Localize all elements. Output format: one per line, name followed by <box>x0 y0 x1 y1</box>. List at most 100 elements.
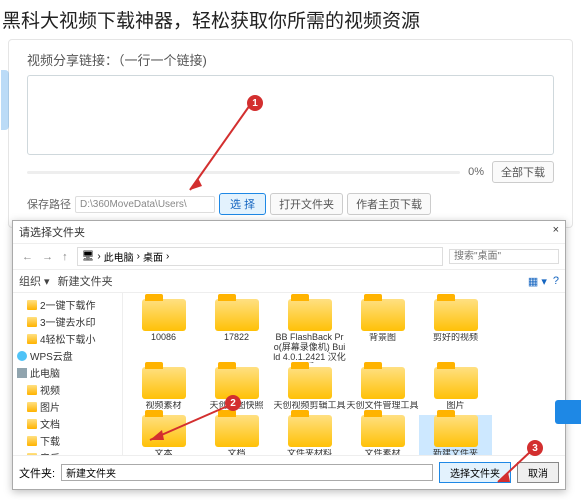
file-name: 10086 <box>127 333 200 343</box>
cloud-icon <box>17 351 27 361</box>
folder-icon <box>288 299 332 331</box>
tree-item-label: 2一键下载作 <box>40 297 96 312</box>
select-folder-button[interactable]: 选择文件夹 <box>439 462 511 483</box>
file-item[interactable]: 10086 <box>127 299 200 363</box>
tree-item[interactable]: 此电脑 <box>15 364 120 381</box>
filename-input[interactable] <box>61 464 433 481</box>
tree-item-label: 图片 <box>40 399 60 414</box>
annotation-badge-1: 1 <box>247 95 263 111</box>
close-icon[interactable]: × <box>553 224 559 240</box>
folder-icon <box>434 299 478 331</box>
file-item[interactable]: 图片 <box>419 367 492 411</box>
file-item[interactable]: 剪好的视频 <box>419 299 492 363</box>
file-item[interactable]: 视频素材 <box>127 367 200 411</box>
folder-icon <box>27 402 37 412</box>
file-item[interactable]: 新建文件夹 <box>419 415 492 455</box>
folder-icon <box>27 385 37 395</box>
tree-item-label: 文档 <box>40 416 60 431</box>
folder-icon <box>215 367 259 399</box>
file-item[interactable]: 17822 <box>200 299 273 363</box>
folder-icon <box>215 415 259 447</box>
file-item[interactable]: 文件素材 <box>346 415 419 455</box>
annotation-badge-2: 2 <box>225 395 241 411</box>
folder-icon <box>27 300 37 310</box>
file-name: 天创文件管理工具 <box>346 401 419 411</box>
file-item[interactable]: 文本 <box>127 415 200 455</box>
tree-item-label: 4轻松下载小 <box>40 331 96 346</box>
folder-icon <box>142 367 186 399</box>
folder-icon <box>288 415 332 447</box>
tree-item[interactable]: 文档 <box>15 415 120 432</box>
progress-bar <box>27 171 460 174</box>
file-item[interactable]: 文件夹材料 <box>273 415 346 455</box>
tree-item-label: 下载 <box>40 433 60 448</box>
folder-icon <box>27 419 37 429</box>
view-icon[interactable]: ▦ ▾ <box>528 275 547 288</box>
nav-arrows: ← → ↑ <box>19 251 71 263</box>
file-name: 视频素材 <box>127 401 200 411</box>
progress-row: 0% 全部下载 <box>9 155 572 189</box>
new-folder-button[interactable]: 新建文件夹 <box>58 273 113 289</box>
link-textarea[interactable] <box>27 75 554 155</box>
file-name: BB FlashBack Pro(屏幕录像机) Build 4.0.1.2421… <box>273 333 346 363</box>
folder-picker-dialog: 请选择文件夹 × ← → ↑ 🖥 › 此电脑 › 桌面 › 组织 ▾ 新建文件夹… <box>12 220 566 490</box>
progress-percent: 0% <box>468 166 484 178</box>
file-name: 剪好的视频 <box>419 333 492 343</box>
help-icon[interactable]: ? <box>553 275 559 288</box>
pc-icon: 🖥 <box>82 251 95 262</box>
tree-item[interactable]: 下载 <box>15 432 120 449</box>
annotation-badge-3: 3 <box>527 440 543 456</box>
open-folder-button[interactable]: 打开文件夹 <box>270 193 343 215</box>
folder-icon <box>142 299 186 331</box>
file-item[interactable]: 天创视频剪辑工具 <box>273 367 346 411</box>
author-download-button[interactable]: 作者主页下载 <box>347 193 431 215</box>
side-download-button[interactable] <box>555 400 581 424</box>
forward-icon[interactable]: → <box>39 251 56 263</box>
file-item[interactable]: 文档 <box>200 415 273 455</box>
tree-item[interactable]: 视频 <box>15 381 120 398</box>
folder-icon <box>361 299 405 331</box>
page-title: 黑科大视频下载神器，轻松获取你所需的视频资源 <box>0 0 581 39</box>
tree-item-label: 视频 <box>40 382 60 397</box>
folder-tree: 2一键下载作3一键去水印4轻松下载小WPS云盘此电脑视频图片文档下载音乐桌面本地… <box>13 293 123 455</box>
tree-item[interactable]: 3一键去水印 <box>15 313 120 330</box>
file-name: 图片 <box>419 401 492 411</box>
link-input-label: 视频分享链接：（一行一个链接) <box>9 40 572 75</box>
cancel-button[interactable]: 取消 <box>517 462 559 483</box>
file-item[interactable]: BB FlashBack Pro(屏幕录像机) Build 4.0.1.2421… <box>273 299 346 363</box>
search-input[interactable] <box>449 249 559 264</box>
tree-item[interactable]: WPS云盘 <box>15 347 120 364</box>
file-item[interactable]: 背景图 <box>346 299 419 363</box>
folder-icon <box>142 415 186 447</box>
pc-icon <box>17 368 27 378</box>
breadcrumb[interactable]: 🖥 › 此电脑 › 桌面 › <box>77 247 443 266</box>
folder-icon <box>434 367 478 399</box>
up-icon[interactable]: ↑ <box>59 251 71 263</box>
tree-item[interactable]: 4轻松下载小 <box>15 330 120 347</box>
side-tab-indicator <box>1 70 9 130</box>
tree-item[interactable]: 图片 <box>15 398 120 415</box>
select-path-button[interactable]: 选 择 <box>219 193 266 215</box>
save-path-row: 保存路径 选 择 打开文件夹 作者主页下载 <box>9 189 572 223</box>
save-path-label: 保存路径 <box>27 196 71 212</box>
folder-icon <box>288 367 332 399</box>
file-name: 天创视频剪辑工具 <box>273 401 346 411</box>
file-name: 背景图 <box>346 333 419 343</box>
tree-item[interactable]: 2一键下载作 <box>15 296 120 313</box>
folder-icon <box>215 299 259 331</box>
download-all-button[interactable]: 全部下载 <box>492 161 554 183</box>
organize-menu[interactable]: 组织 ▾ <box>19 273 50 289</box>
folder-icon <box>361 367 405 399</box>
file-grid: 1008617822BB FlashBack Pro(屏幕录像机) Build … <box>123 293 565 455</box>
back-icon[interactable]: ← <box>19 251 36 263</box>
save-path-input[interactable] <box>75 196 215 213</box>
tree-item-label: 此电脑 <box>30 365 60 380</box>
file-item[interactable]: 天创文件管理工具 <box>346 367 419 411</box>
filename-label: 文件夹: <box>19 465 55 481</box>
main-app-panel: 视频分享链接：（一行一个链接) 0% 全部下载 保存路径 选 择 打开文件夹 作… <box>8 39 573 228</box>
dialog-title: 请选择文件夹 <box>19 224 85 240</box>
folder-icon <box>434 415 478 447</box>
tree-item-label: 3一键去水印 <box>40 314 96 329</box>
folder-icon <box>361 415 405 447</box>
folder-icon <box>27 334 37 344</box>
